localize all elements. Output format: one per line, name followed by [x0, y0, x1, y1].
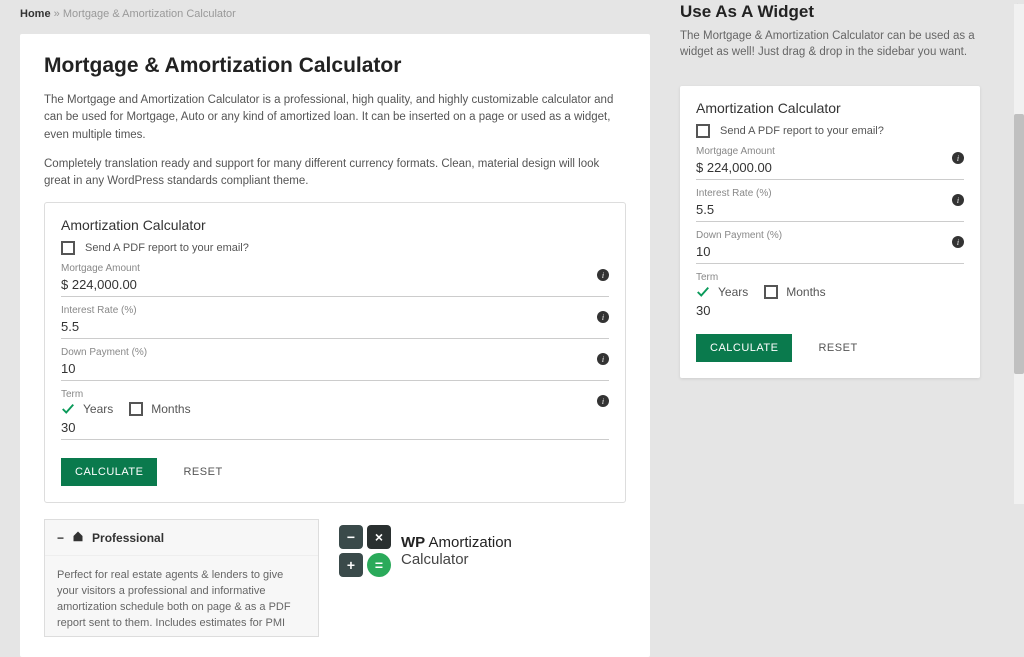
pdf-label: Send A PDF report to your email? [85, 242, 249, 254]
pdf-checkbox[interactable] [61, 241, 75, 255]
calculate-button[interactable]: CALCULATE [61, 458, 157, 486]
sidebar-description: The Mortgage & Amortization Calculator c… [680, 28, 980, 60]
term-years-option[interactable]: Years [83, 402, 113, 416]
breadcrumb-current: Mortgage & Amortization Calculator [63, 8, 236, 20]
plus-tile-icon: + [339, 553, 363, 577]
term-months-checkbox[interactable] [129, 402, 143, 416]
widget-calculate-button[interactable]: CALCULATE [696, 334, 792, 362]
check-icon[interactable] [61, 402, 75, 416]
term-months-option[interactable]: Months [151, 402, 190, 416]
times-tile-icon: × [367, 525, 391, 549]
reset-button[interactable]: RESET [183, 466, 222, 478]
widget-down-payment-input[interactable]: 10 [696, 242, 964, 264]
widget-down-payment-label: Down Payment (%) [696, 230, 964, 241]
widget-interest-rate-label: Interest Rate (%) [696, 188, 964, 199]
intro-paragraph-1: The Mortgage and Amortization Calculator… [44, 92, 626, 144]
calculator-title: Amortization Calculator [61, 217, 609, 233]
term-label: Term [61, 389, 609, 400]
breadcrumb-home[interactable]: Home [20, 8, 51, 20]
professional-accordion: − Professional Perfect for real estate a… [44, 519, 319, 637]
main-content: Mortgage & Amortization Calculator The M… [20, 34, 650, 657]
wp-amortization-logo: − × + = WP Amortization Calculator [339, 525, 512, 577]
mortgage-amount-input[interactable]: $ 224,000.00 [61, 275, 609, 297]
equals-tile-icon: = [367, 553, 391, 577]
minus-icon: − [57, 531, 64, 545]
calculator-card: Amortization Calculator Send A PDF repor… [44, 202, 626, 503]
page-scrollbar-track[interactable] [1014, 4, 1024, 504]
page-scrollbar-thumb[interactable] [1014, 114, 1024, 374]
minus-tile-icon: − [339, 525, 363, 549]
accordion-header[interactable]: − Professional [45, 520, 318, 556]
page-title: Mortgage & Amortization Calculator [44, 54, 626, 78]
widget-mortgage-amount-input[interactable]: $ 224,000.00 [696, 158, 964, 180]
down-payment-label: Down Payment (%) [61, 347, 609, 358]
breadcrumb: Home » Mortgage & Amortization Calculato… [20, 8, 650, 20]
widget-term-years-option[interactable]: Years [718, 285, 748, 299]
interest-rate-label: Interest Rate (%) [61, 305, 609, 316]
widget-term-months-checkbox[interactable] [764, 285, 778, 299]
interest-rate-input[interactable]: 5.5 [61, 317, 609, 339]
accordion-body: Perfect for real estate agents & lenders… [45, 556, 318, 636]
widget-calculator-card: Amortization Calculator Send A PDF repor… [680, 86, 980, 378]
widget-reset-button[interactable]: RESET [818, 342, 857, 354]
sidebar-title: Use As A Widget [680, 2, 980, 22]
widget-pdf-checkbox[interactable] [696, 124, 710, 138]
term-input[interactable]: 30 [61, 418, 609, 440]
home-icon [72, 530, 84, 545]
accordion-title: Professional [92, 531, 164, 545]
widget-term-input[interactable]: 30 [696, 301, 964, 322]
widget-calculator-title: Amortization Calculator [696, 100, 964, 116]
mortgage-amount-label: Mortgage Amount [61, 263, 609, 274]
widget-mortgage-amount-label: Mortgage Amount [696, 146, 964, 157]
down-payment-input[interactable]: 10 [61, 359, 609, 381]
widget-term-label: Term [696, 272, 964, 283]
widget-pdf-label: Send A PDF report to your email? [720, 125, 884, 137]
check-icon[interactable] [696, 285, 710, 299]
intro-paragraph-2: Completely translation ready and support… [44, 156, 626, 191]
widget-term-months-option[interactable]: Months [786, 285, 825, 299]
widget-interest-rate-input[interactable]: 5.5 [696, 200, 964, 222]
